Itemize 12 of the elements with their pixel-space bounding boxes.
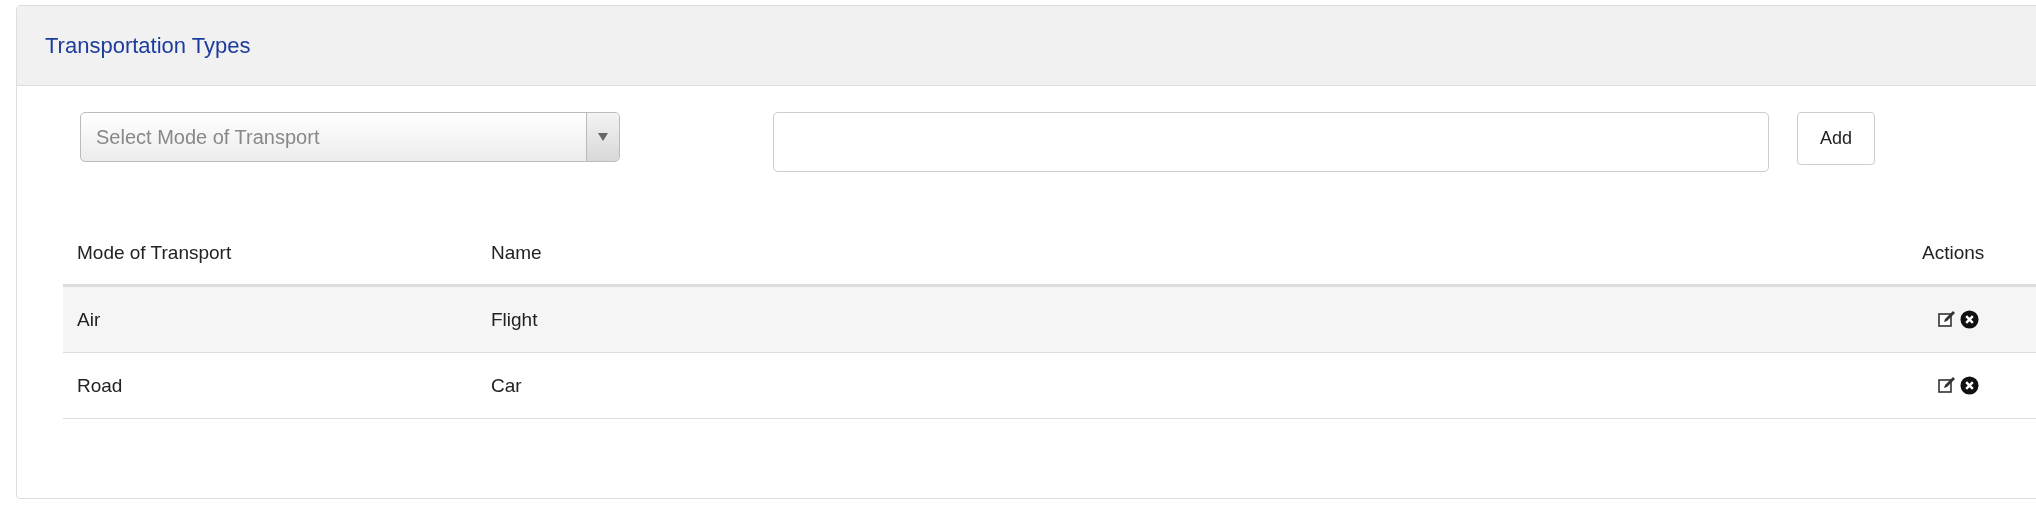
- table-cell: Air: [63, 285, 477, 353]
- add-button[interactable]: Add: [1797, 112, 1875, 165]
- delete-icon[interactable]: [1960, 310, 1979, 329]
- name-field[interactable]: [773, 112, 1769, 172]
- edit-icon[interactable]: [1938, 310, 1956, 328]
- delete-icon[interactable]: [1960, 376, 1979, 395]
- table-cell: Car: [477, 352, 1922, 419]
- panel-title: Transportation Types: [45, 32, 251, 59]
- table-cell: Flight: [477, 285, 1922, 353]
- table-cell: Road: [63, 352, 477, 419]
- caret-icon: [598, 133, 608, 141]
- edit-icon[interactable]: [1938, 376, 1956, 394]
